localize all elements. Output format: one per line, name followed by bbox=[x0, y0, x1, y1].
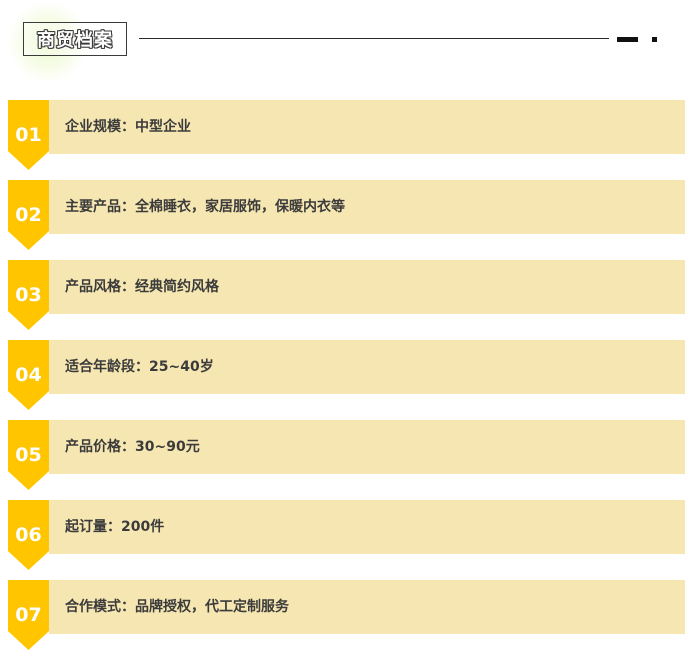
item-text: 主要产品：全棉睡衣，家居服饰，保暖内衣等 bbox=[65, 199, 345, 215]
item-text: 企业规模：中型企业 bbox=[65, 119, 191, 135]
item-text: 适合年龄段：25~40岁 bbox=[65, 359, 214, 375]
title-dot-decoration bbox=[652, 37, 657, 42]
title-divider-line bbox=[139, 38, 609, 39]
item-number: 04 bbox=[15, 364, 42, 386]
list-item: 05 产品价格：30~90元 bbox=[8, 420, 685, 490]
item-text: 产品风格：经典简约风格 bbox=[65, 279, 219, 295]
list-item: 03 产品风格：经典简约风格 bbox=[8, 260, 685, 330]
item-number: 07 bbox=[15, 604, 42, 626]
item-text: 合作模式：品牌授权，代工定制服务 bbox=[65, 599, 289, 615]
item-number: 03 bbox=[15, 284, 42, 306]
list-item: 02 主要产品：全棉睡衣，家居服饰，保暖内衣等 bbox=[8, 180, 685, 250]
item-text: 起订量：200件 bbox=[65, 519, 165, 535]
item-number: 05 bbox=[15, 444, 42, 466]
item-number: 06 bbox=[15, 524, 42, 546]
item-number: 01 bbox=[15, 124, 42, 146]
section-title: 商贸档案 bbox=[37, 30, 113, 51]
list-item: 01 企业规模：中型企业 bbox=[8, 100, 685, 170]
section-title-box: 商贸档案 bbox=[23, 22, 127, 56]
item-number: 02 bbox=[15, 204, 42, 226]
item-text: 产品价格：30~90元 bbox=[65, 439, 200, 455]
title-dash-decoration bbox=[617, 37, 638, 42]
list-item: 07 合作模式：品牌授权，代工定制服务 bbox=[8, 580, 685, 650]
list-item: 04 适合年龄段：25~40岁 bbox=[8, 340, 685, 410]
list-item: 06 起订量：200件 bbox=[8, 500, 685, 570]
